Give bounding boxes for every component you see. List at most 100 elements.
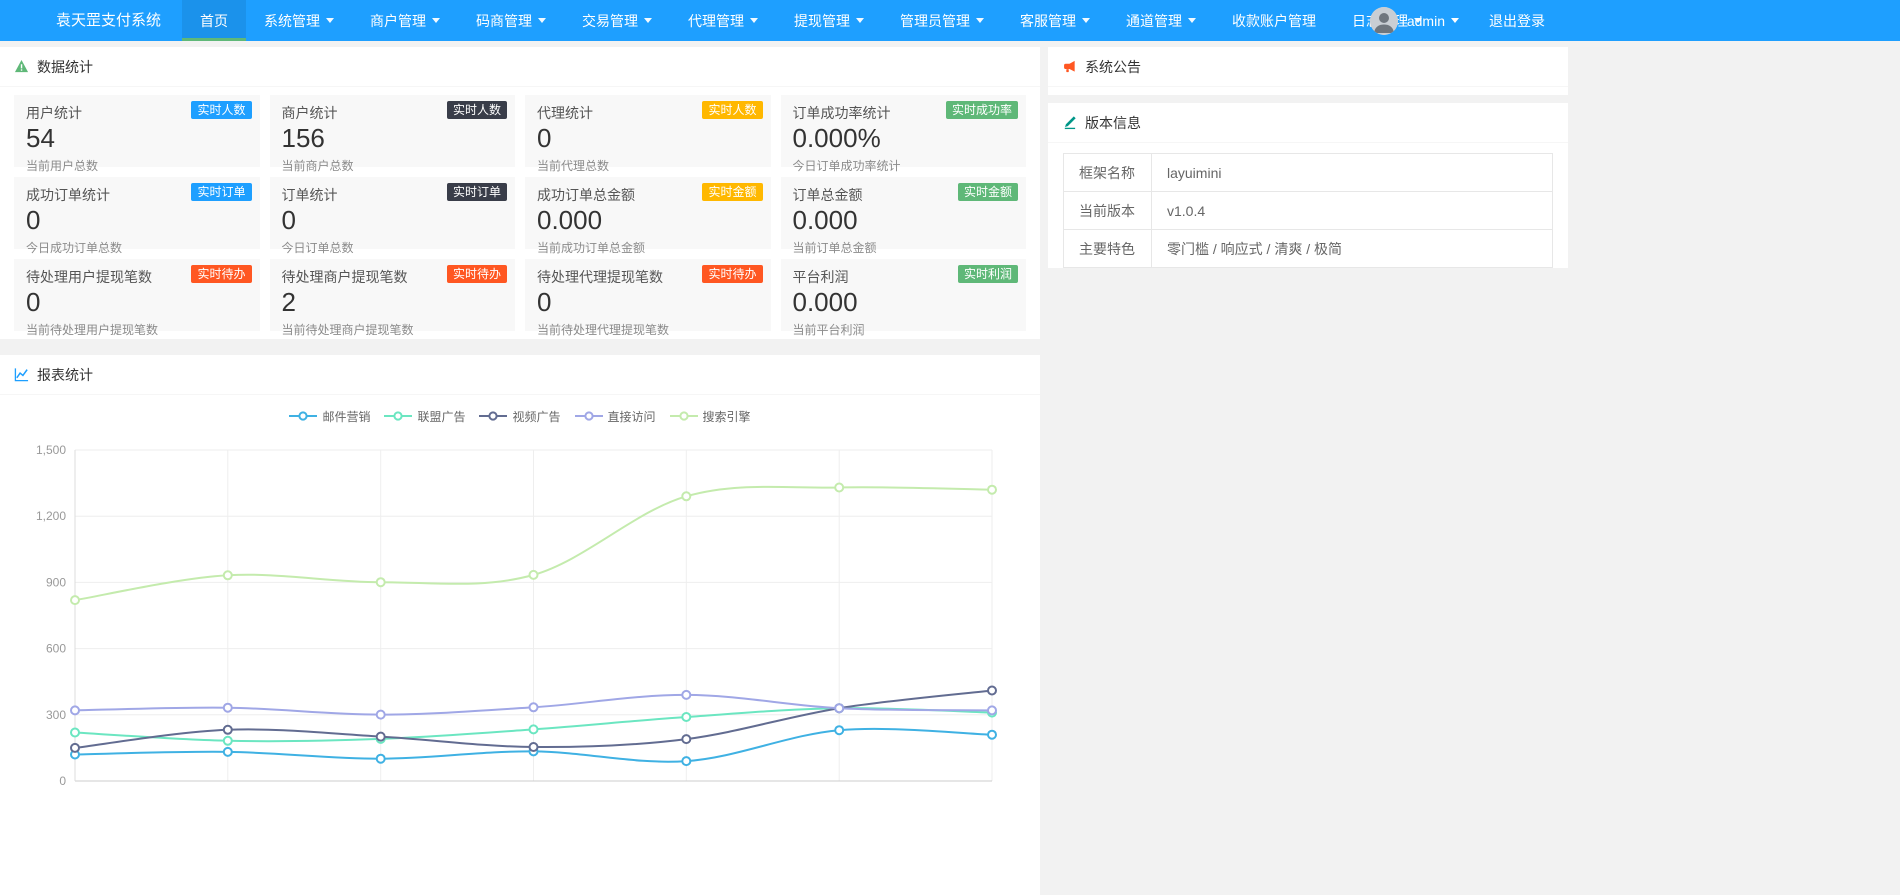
report-panel-header: 报表统计: [0, 355, 1040, 395]
stat-card-6: 成功订单总金额实时金额0.000当前成功订单总金额: [525, 177, 771, 249]
legend-marker-icon: [289, 411, 317, 421]
version-panel-header: 版本信息: [1048, 103, 1568, 143]
stat-card-desc: 当前代理总数: [537, 157, 759, 174]
series-point: [988, 731, 996, 739]
nav-item-4[interactable]: 交易管理: [564, 0, 670, 41]
nav-item-10[interactable]: 收款账户管理: [1214, 0, 1334, 41]
legend-item[interactable]: 邮件营销: [289, 408, 370, 425]
nav-item-3[interactable]: 码商管理: [458, 0, 564, 41]
series-point: [682, 492, 690, 500]
nav-item-label: 码商管理: [476, 11, 532, 31]
nav-item-8[interactable]: 客服管理: [1002, 0, 1108, 41]
stat-card-value: 0.000%: [793, 124, 1015, 154]
stat-card-badge: 实时待办: [447, 265, 507, 283]
stat-card-7: 订单总金额实时金额0.000当前订单总金额: [781, 177, 1027, 249]
series-point: [224, 704, 232, 712]
user-photo-icon: [1370, 7, 1398, 35]
legend-marker-icon: [479, 411, 507, 421]
stat-card-desc: 当前用户总数: [26, 157, 248, 174]
series-point: [530, 725, 538, 733]
nav-item-0[interactable]: 首页: [182, 0, 246, 41]
nav-item-label: 客服管理: [1020, 11, 1076, 31]
nav-item-9[interactable]: 通道管理: [1108, 0, 1214, 41]
chevron-down-icon: [750, 18, 758, 23]
nav-item-6[interactable]: 提现管理: [776, 0, 882, 41]
navbar-inner: 袁天罡支付系统 首页系统管理 商户管理 码商管理 交易管理 代理管理提现管理 管理员管理客…: [0, 0, 1568, 41]
nav-item-label: 交易管理: [582, 11, 638, 31]
legend-label: 视频广告: [512, 408, 560, 425]
report-panel-title: 报表统计: [37, 365, 93, 385]
stats-panel: 数据统计 用户统计实时人数54当前用户总数商户统计实时人数156当前商户总数代理…: [0, 47, 1040, 339]
chevron-down-icon: [538, 18, 546, 23]
stat-card-value: 0: [26, 288, 248, 318]
version-row-value: v1.0.4: [1152, 192, 1553, 230]
chevron-down-icon: [432, 18, 440, 23]
chevron-down-icon: [1188, 18, 1196, 23]
nav-item-label: 提现管理: [794, 11, 850, 31]
stat-card-desc: 当前待处理商户提现笔数: [282, 321, 504, 338]
avatar[interactable]: [1370, 7, 1398, 35]
series-point: [377, 711, 385, 719]
chevron-down-icon: [644, 18, 652, 23]
version-panel: 版本信息 框架名称layuimini当前版本v1.0.4主要特色零门槛 / 响应…: [1048, 103, 1568, 268]
version-row-value: layuimini: [1152, 154, 1553, 192]
stat-card-value: 0: [537, 124, 759, 154]
legend-item[interactable]: 联盟广告: [384, 408, 465, 425]
stats-panel-title: 数据统计: [37, 57, 93, 77]
nav-item-7[interactable]: 管理员管理: [882, 0, 1002, 41]
left-column: 数据统计 用户统计实时人数54当前用户总数商户统计实时人数156当前商户总数代理…: [0, 47, 1040, 895]
stat-card-badge: 实时人数: [702, 101, 762, 119]
nav-item-2[interactable]: 商户管理: [352, 0, 458, 41]
series-point: [71, 744, 79, 752]
legend-marker-icon: [670, 411, 698, 421]
stat-card-0: 用户统计实时人数54当前用户总数: [14, 95, 260, 167]
stats-panel-header: 数据统计: [0, 47, 1040, 87]
announce-icon: [1062, 59, 1077, 74]
announce-panel-header: 系统公告: [1048, 47, 1568, 87]
user-menu[interactable]: admin: [1407, 13, 1459, 29]
legend-label: 直接访问: [608, 408, 656, 425]
series-point: [224, 571, 232, 579]
svg-text:0: 0: [59, 774, 66, 788]
stat-card-desc: 当前商户总数: [282, 157, 504, 174]
main-nav: 首页系统管理 商户管理 码商管理 交易管理 代理管理提现管理 管理员管理客服管理 通道管理 收…: [182, 0, 1440, 41]
user-name-label: admin: [1407, 13, 1445, 29]
series-point: [988, 687, 996, 695]
chevron-down-icon: [856, 18, 864, 23]
stat-card-badge: 实时人数: [447, 101, 507, 119]
nav-item-label: 商户管理: [370, 11, 426, 31]
legend-label: 联盟广告: [417, 408, 465, 425]
series-point: [988, 486, 996, 494]
nav-item-5[interactable]: 代理管理: [670, 0, 776, 41]
version-row-label: 当前版本: [1064, 192, 1152, 230]
svg-text:1,500: 1,500: [36, 443, 66, 457]
stat-card-value: 0.000: [793, 288, 1015, 318]
stat-card-badge: 实时订单: [191, 183, 251, 201]
series-point: [988, 706, 996, 714]
stat-card-badge: 实时金额: [702, 183, 762, 201]
series-point: [530, 571, 538, 579]
legend-item[interactable]: 搜索引擎: [670, 408, 751, 425]
legend-item[interactable]: 视频广告: [479, 408, 560, 425]
series-point: [377, 733, 385, 741]
announce-panel-title: 系统公告: [1085, 57, 1141, 77]
series-point: [224, 726, 232, 734]
legend-item[interactable]: 直接访问: [575, 408, 656, 425]
svg-text:900: 900: [46, 575, 66, 589]
svg-text:1,200: 1,200: [36, 509, 66, 523]
legend-marker-icon: [384, 411, 412, 421]
report-panel: 报表统计 邮件营销联盟广告视频广告直接访问搜索引擎 03006009001,20…: [0, 355, 1040, 895]
nav-item-label: 通道管理: [1126, 11, 1182, 31]
series-point: [71, 596, 79, 604]
series-point: [530, 703, 538, 711]
nav-item-label: 系统管理: [264, 11, 320, 31]
app-title: 袁天罡支付系统: [56, 0, 161, 41]
chevron-down-icon: [1082, 18, 1090, 23]
logout-button[interactable]: 退出登录: [1489, 11, 1545, 31]
series-point: [682, 713, 690, 721]
stat-card-2: 代理统计实时人数0当前代理总数: [525, 95, 771, 167]
report-icon: [14, 367, 29, 382]
series-point: [224, 737, 232, 745]
nav-item-1[interactable]: 系统管理: [246, 0, 352, 41]
right-column: 系统公告 版本信息 框架名称layuimini当前版本v1.0.4主要特色零门槛…: [1048, 47, 1568, 282]
